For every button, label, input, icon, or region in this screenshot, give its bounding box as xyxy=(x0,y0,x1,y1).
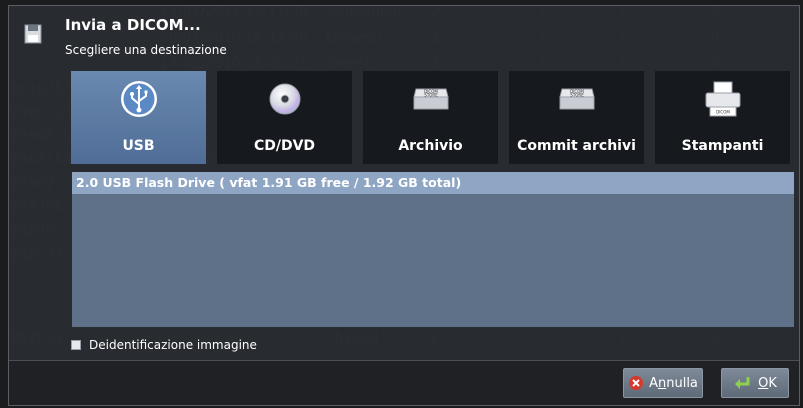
ok-button[interactable]: OK xyxy=(721,368,789,398)
cancel-button[interactable]: Annulla xyxy=(623,368,703,398)
cancel-button-label: Annulla xyxy=(649,375,698,391)
ok-button-label: OK xyxy=(758,375,777,391)
dicom-store-icon: DICOM STORE xyxy=(558,88,595,110)
cd-dvd-icon xyxy=(269,83,300,115)
destination-archive-tile[interactable]: DICOM STORE Archivio xyxy=(363,71,498,164)
cancel-icon xyxy=(629,376,644,390)
deidentify-checkbox[interactable] xyxy=(71,340,81,350)
device-list[interactable]: 2.0 USB Flash Drive ( vfat 1.91 GB free … xyxy=(72,172,794,327)
list-item[interactable]: 2.0 USB Flash Drive ( vfat 1.91 GB free … xyxy=(72,172,794,194)
svg-text:STORE: STORE xyxy=(424,93,438,98)
dialog-footer: Annulla OK xyxy=(9,360,799,405)
deidentify-option[interactable]: Deidentificazione immagine xyxy=(71,338,257,352)
floppy-disk-icon xyxy=(24,24,42,44)
dialog-subtitle: Scegliere una destinazione xyxy=(65,43,227,57)
destination-storage-commit-label: Commit archivi xyxy=(517,138,636,154)
usb-icon xyxy=(120,81,157,117)
dialog-title: Invia a DICOM... xyxy=(65,16,201,34)
destination-usb-label: USB xyxy=(122,138,155,154)
dicom-printer-icon: DICOM xyxy=(705,81,740,117)
enter-arrow-icon xyxy=(735,377,750,389)
svg-text:STORE: STORE xyxy=(570,93,584,98)
destination-cd-dvd-tile[interactable]: CD/DVD xyxy=(217,71,352,164)
destination-storage-commit-tile[interactable]: DICOM STORE Commit archivi xyxy=(509,71,644,164)
destination-printers-tile[interactable]: DICOM Stampanti xyxy=(655,71,790,164)
svg-text:DICOM: DICOM xyxy=(716,110,730,115)
destination-usb-tile[interactable]: USB xyxy=(71,71,206,164)
send-to-dicom-dialog: Invia a DICOM... Scegliere una destinazi… xyxy=(8,5,800,406)
destination-printers-label: Stampanti xyxy=(681,138,764,154)
destination-archive-label: Archivio xyxy=(398,138,463,154)
destination-cd-dvd-label: CD/DVD xyxy=(253,138,316,154)
deidentify-label: Deidentificazione immagine xyxy=(89,338,257,352)
dicom-store-icon: DICOM STORE xyxy=(412,88,449,110)
